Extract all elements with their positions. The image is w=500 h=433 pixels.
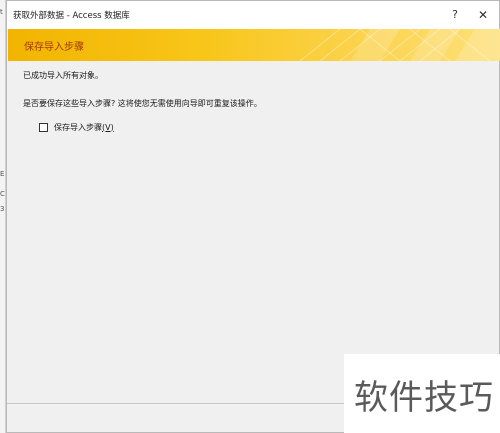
save-prompt: 是否要保存这些导入步骤? 这将使您无需使用向导即可重复该操作。: [23, 99, 262, 108]
title-bar: 获取外部数据 - Access 数据库 ? ✕: [7, 1, 499, 29]
banner: 保存导入步骤: [8, 29, 500, 61]
watermark: 软件技巧: [344, 354, 500, 433]
watermark-text: 软件技巧: [354, 378, 494, 418]
close-button[interactable]: ✕: [473, 5, 493, 25]
banner-decoration: [299, 29, 500, 61]
bg-char: t: [0, 8, 3, 16]
checkbox-label: 保存导入步骤: [54, 122, 102, 132]
banner-title: 保存导入步骤: [24, 42, 84, 53]
bg-char: E: [0, 170, 5, 178]
checkbox-box[interactable]: [39, 122, 48, 132]
help-button[interactable]: ?: [445, 5, 465, 25]
save-import-steps-checkbox[interactable]: 保存导入步骤 (V): [39, 121, 114, 133]
success-message: 已成功导入所有对象。: [23, 71, 103, 80]
bg-char: 3: [0, 205, 5, 213]
checkbox-access-key: (V): [102, 122, 114, 132]
bg-char: C: [0, 190, 5, 198]
window-title: 获取外部数据 - Access 数据库: [13, 11, 130, 21]
